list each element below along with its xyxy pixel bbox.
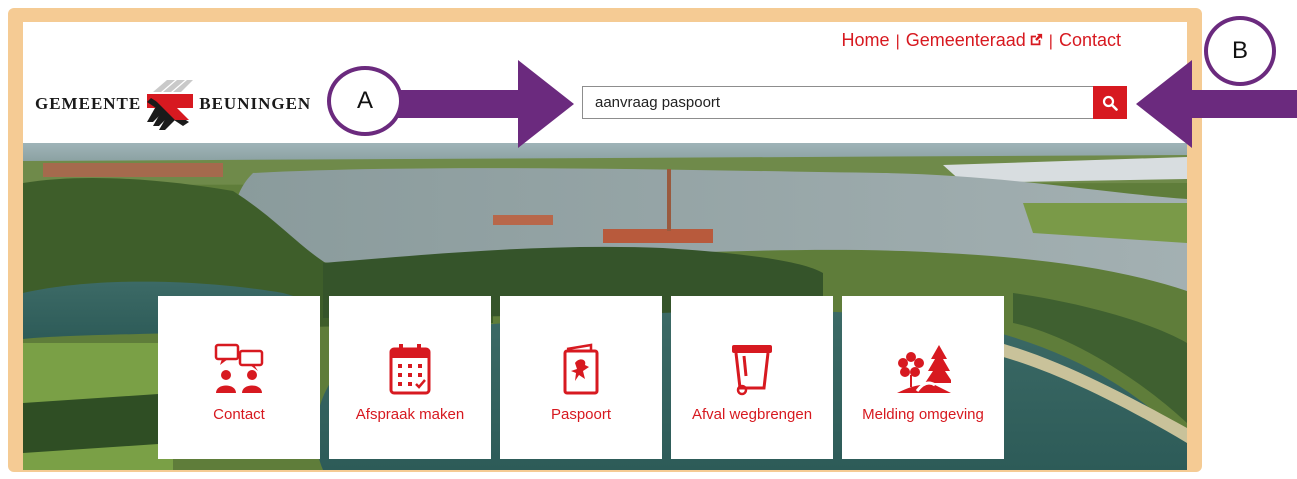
search-box (582, 86, 1127, 119)
annotation-marker-a: A (327, 66, 403, 136)
chat-people-icon (209, 340, 269, 398)
tile-label: Afspraak maken (355, 406, 465, 423)
tile-label: Paspoort (550, 406, 612, 423)
annotation-marker-b: B (1204, 16, 1276, 86)
tile-afspraak-maken[interactable]: Afspraak maken (329, 296, 491, 459)
search-input[interactable] (583, 87, 1117, 118)
logo-text-right: BEUNINGEN (199, 94, 312, 113)
tile-paspoort[interactable]: Paspoort (500, 296, 662, 459)
tile-label: Contact (213, 406, 265, 423)
logo-text-left: GEMEENTE (35, 94, 142, 113)
gemeenteraad-link[interactable]: Gemeenteraad (906, 30, 1043, 50)
nav-separator: | (1048, 33, 1053, 50)
search-icon (1102, 95, 1118, 111)
nature-icon (893, 340, 953, 398)
top-nav: Home | Gemeenteraad | Contact (842, 30, 1121, 51)
quick-links: Contact Afspraak maken Paspoort Afval we… (158, 296, 1004, 459)
page: Home | Gemeenteraad | Contact GEMEENTE BEUNI… (23, 22, 1187, 470)
coat-of-arms-icon (147, 80, 194, 130)
external-link-icon (1030, 33, 1042, 46)
home-link[interactable]: Home (842, 30, 890, 50)
contact-link[interactable]: Contact (1059, 30, 1121, 50)
nav-separator: | (895, 33, 900, 50)
tile-label: Melding omgeving (862, 406, 984, 423)
tile-afval-wegbrengen[interactable]: Afval wegbrengen (671, 296, 833, 459)
site-logo[interactable]: GEMEENTE BEUNINGEN (35, 76, 311, 132)
tile-melding-omgeving[interactable]: Melding omgeving (842, 296, 1004, 459)
annotation-label-b: B (1231, 37, 1248, 64)
tile-contact[interactable]: Contact (158, 296, 320, 459)
search-button[interactable] (1093, 86, 1127, 119)
annotation-arrow-a (398, 60, 574, 148)
waste-bin-icon (722, 340, 782, 398)
annotation-label-a: A (356, 87, 373, 114)
tile-label: Afval wegbrengen (691, 406, 813, 423)
gemeenteraad-label: Gemeenteraad (905, 30, 1026, 50)
passport-icon (551, 340, 611, 398)
calendar-icon (380, 340, 440, 398)
